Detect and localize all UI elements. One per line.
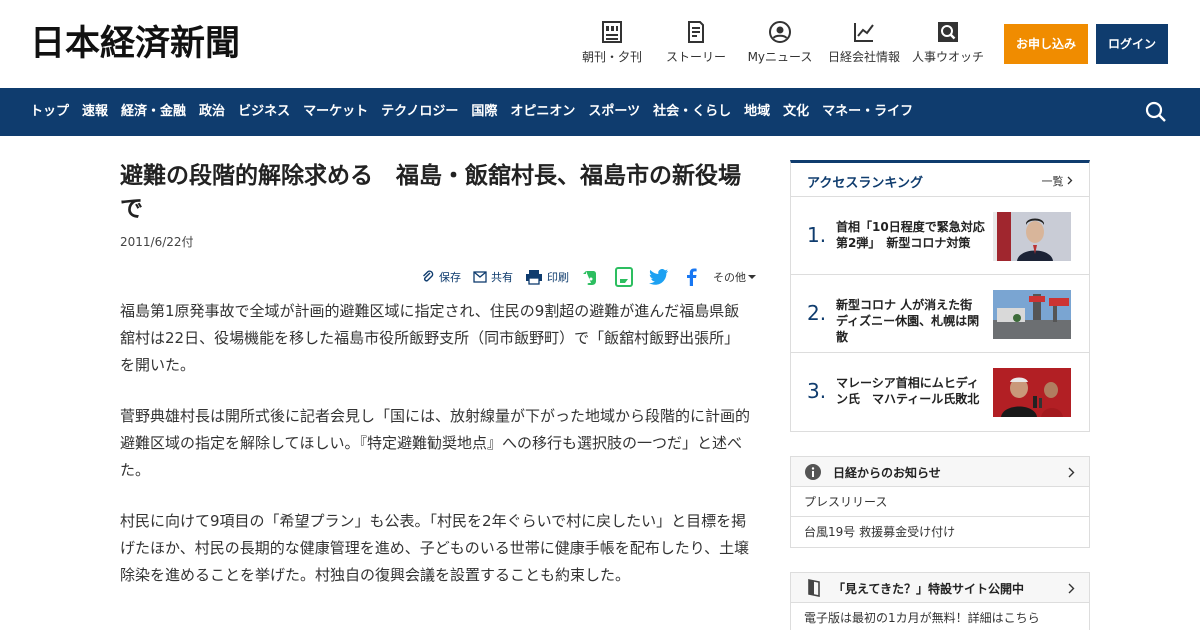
access-ranking: アクセスランキング 一覧 1. 首相「10日程度で緊急対応第2弾」 新型コロナ対… [790, 160, 1090, 432]
nav-item-opinion[interactable]: オピニオン [510, 88, 575, 136]
ranking-thumbnail [993, 368, 1071, 417]
article-title: 避難の段階的解除求める 福島・飯舘村長、福島市の新役場で [120, 163, 741, 222]
header-nav-label: ストーリー [666, 50, 727, 64]
print-button[interactable]: 印刷 [525, 269, 569, 285]
header-nav-label: 人事ウオッチ [912, 50, 985, 64]
nav-item-business[interactable]: ビジネス [238, 88, 290, 136]
header-nav-story[interactable]: ストーリー [666, 20, 726, 70]
special-link[interactable]: 電子版は最初の1カ月が無料！詳細はこちら [791, 603, 1089, 630]
twitter-icon [649, 269, 668, 285]
newspaper-icon [602, 21, 622, 43]
article-paragraph: 村民に向けて9項目の「希望プラン」も公表。「村民を2年ぐらいで村に戻したい」と目… [120, 512, 750, 584]
ranking-title: アクセスランキング [807, 176, 923, 191]
header-nav-company[interactable]: 日経会社情報 [828, 20, 900, 70]
more-label: その他 [713, 271, 746, 284]
article-body: 福島第1原発事故で全域が計画的避難区域に指定され、住民の9割超の避難が進んだ福島… [120, 298, 750, 613]
main-navbar: トップ 速報 経済・金融 政治 ビジネス マーケット テクノロジー 国際 オピニ… [0, 88, 1200, 136]
ranking-item[interactable]: 2. 新型コロナ 人が消えた街 ディズニー休園、札幌は閑散 [791, 275, 1089, 353]
nav-item-technology[interactable]: テクノロジー [381, 88, 458, 136]
ranking-item[interactable]: 1. 首相「10日程度で緊急対応第2弾」 新型コロナ対策 [791, 197, 1089, 275]
caret-down-icon [748, 275, 756, 279]
ranking-text: 新型コロナ 人が消えた街 ディズニー休園、札幌は閑散 [836, 298, 980, 344]
nav-item-region[interactable]: 地域 [744, 88, 770, 136]
article-date: 2011/6/22付 [120, 235, 194, 249]
document-icon [688, 21, 704, 43]
save-button[interactable]: 保存 [421, 269, 461, 285]
bookmark-shield-icon [808, 579, 820, 597]
twitter-button[interactable] [649, 269, 673, 285]
facebook-icon [687, 268, 697, 286]
notice-title: 日経からのお知らせ [833, 466, 941, 480]
header-nav-paper[interactable]: 朝刊・夕刊 [582, 20, 642, 70]
ranking-text: 首相「10日程度で緊急対応第2弾」 新型コロナ対策 [836, 220, 985, 250]
ranking-item[interactable]: 3. マレーシア首相にムヒディン氏 マハティール氏敗北 [791, 353, 1089, 431]
chevron-right-icon [1068, 583, 1075, 594]
clip-icon [423, 270, 434, 282]
ranking-more-link[interactable]: 一覧 [1042, 173, 1074, 189]
nav-item-sports[interactable]: スポーツ [588, 88, 640, 136]
nav-item-culture[interactable]: 文化 [783, 88, 809, 136]
print-icon [526, 270, 542, 285]
nav-item-society[interactable]: 社会・くらし [653, 88, 731, 136]
subscribe-button[interactable]: お申し込み [1004, 24, 1088, 64]
nav-item-economy[interactable]: 経済・金融 [121, 88, 186, 136]
chevron-right-icon [1068, 467, 1075, 478]
nav-item-breaking[interactable]: 速報 [82, 88, 108, 136]
evernote-icon [583, 271, 596, 285]
header-nav-label: Myニュース [747, 50, 813, 64]
ranking-number: 3. [807, 379, 827, 403]
special-title: 「見えてきた？」特設サイト公開中 [833, 582, 1025, 596]
site-logo[interactable]: 日本経済新聞 [30, 22, 240, 66]
article-paragraph: 菅野典雄村長は開所式後に記者会見し「国には、放射線量が下がった地域から段階的に計… [120, 407, 751, 479]
user-icon [769, 21, 791, 43]
nav-item-international[interactable]: 国際 [471, 88, 497, 136]
nav-item-market[interactable]: マーケット [303, 88, 368, 136]
navbar-items: トップ 速報 経済・金融 政治 ビジネス マーケット テクノロジー 国際 オピニ… [30, 88, 926, 136]
more-menu-button[interactable]: その他 [713, 269, 756, 285]
article-tools: 保存 共有 印刷 その他 [409, 266, 756, 288]
search-person-icon [938, 22, 958, 42]
ranking-thumbnail [993, 212, 1071, 261]
memo-icon [615, 267, 633, 287]
search-icon[interactable] [1144, 100, 1168, 124]
ranking-thumbnail [993, 290, 1071, 339]
notice-link[interactable]: 台風19号 救援募金受け付け [791, 517, 1089, 547]
header-nav-label: 日経会社情報 [828, 50, 901, 64]
share-button[interactable]: 共有 [473, 269, 513, 285]
ranking-header: アクセスランキング 一覧 [791, 163, 1089, 197]
save-label: 保存 [439, 271, 461, 284]
ranking-number: 2. [807, 301, 827, 325]
nav-item-top[interactable]: トップ [30, 88, 69, 136]
header-nav-personnel[interactable]: 人事ウオッチ [912, 20, 984, 70]
share-label: 共有 [491, 271, 513, 284]
special-site: 「見えてきた？」特設サイト公開中 電子版は最初の1カ月が無料！詳細はこちら [790, 572, 1090, 630]
ranking-more-label: 一覧 [1041, 175, 1064, 188]
header-nav-mynews[interactable]: Myニュース [746, 20, 814, 70]
site-header: 日本経済新聞 朝刊・夕刊 ストーリー Myニュース 日経会社情報 人事ウオッチ … [0, 0, 1200, 88]
mail-icon [473, 271, 487, 283]
login-button[interactable]: ログイン [1096, 24, 1168, 64]
memo-button[interactable] [615, 267, 637, 287]
evernote-button[interactable] [581, 268, 603, 286]
nav-item-politics[interactable]: 政治 [199, 88, 225, 136]
print-label: 印刷 [547, 271, 569, 284]
nikkei-notice: 日経からのお知らせ プレスリリース 台風19号 救援募金受け付け [790, 456, 1090, 548]
facebook-button[interactable] [685, 268, 701, 286]
article: 避難の段階的解除求める 福島・飯舘村長、福島市の新役場で 2011/6/22付 … [120, 160, 756, 584]
ranking-number: 1. [807, 223, 827, 247]
notice-header[interactable]: 日経からのお知らせ [791, 457, 1089, 487]
info-icon [805, 464, 821, 480]
header-nav-label: 朝刊・夕刊 [582, 50, 643, 64]
chevron-right-icon [1067, 176, 1073, 185]
article-paragraph: 福島第1原発事故で全域が計画的避難区域に指定され、住民の9割超の避難が進んだ福島… [120, 302, 740, 374]
special-header[interactable]: 「見えてきた？」特設サイト公開中 [791, 573, 1089, 603]
nav-item-money-life[interactable]: マネー・ライフ [822, 88, 913, 136]
notice-link[interactable]: プレスリリース [791, 487, 1089, 517]
ranking-text: マレーシア首相にムヒディン氏 マハティール氏敗北 [836, 376, 980, 406]
chart-icon [854, 23, 874, 42]
